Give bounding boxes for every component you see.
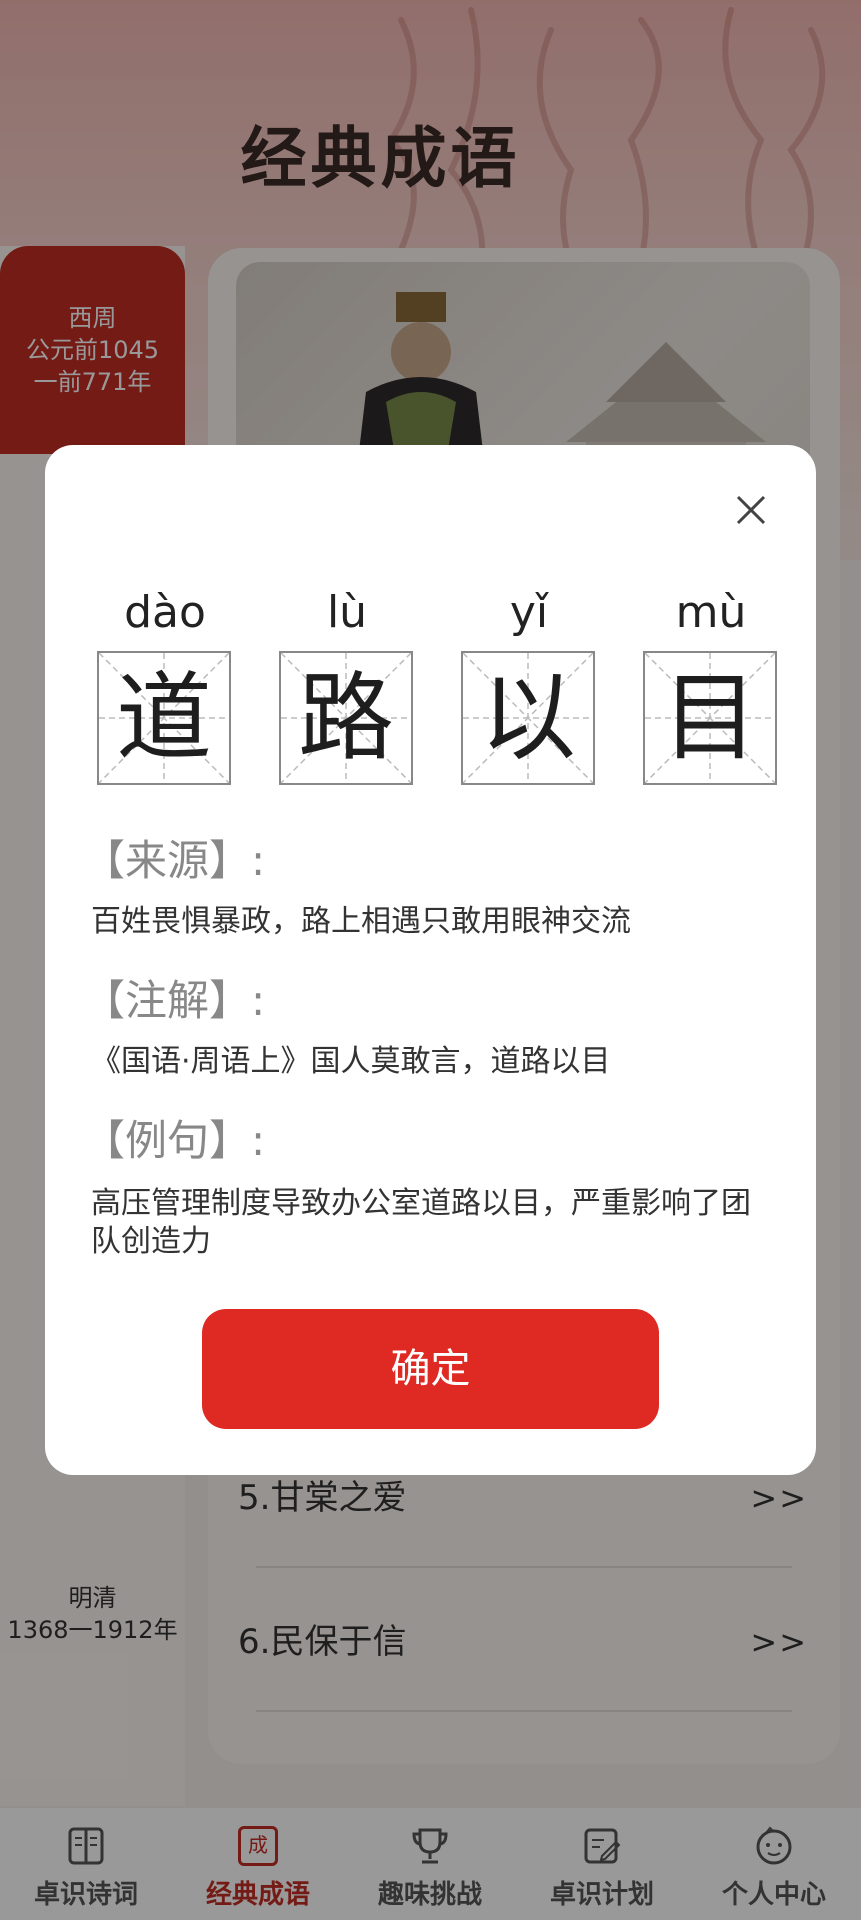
close-icon[interactable] <box>726 485 776 535</box>
character-cell: dào 道 <box>97 585 233 785</box>
hanzi-character: 以 <box>480 662 576 774</box>
tianzige-grid: 目 <box>643 651 777 785</box>
pinyin-label: mù <box>675 587 747 638</box>
pinyin-label: dào <box>124 587 206 638</box>
character-cell: yǐ 以 <box>461 585 597 785</box>
pinyin-label: yǐ <box>509 587 549 638</box>
hanzi-character: 道 <box>116 662 212 774</box>
idiom-detail-dialog: dào 道 lù 路 yǐ 以 mù 目 【来源】: 百姓畏惧暴政，路上相遇只敢… <box>45 445 816 1475</box>
hanzi-character: 路 <box>298 662 394 774</box>
tianzige-grid: 路 <box>279 651 413 785</box>
source-heading: 【来源】: <box>83 836 266 885</box>
tianzige-grid: 道 <box>97 651 231 785</box>
example-text: 高压管理制度导致办公室道路以目，严重影响了团队创造力 <box>91 1186 751 1259</box>
tianzige-grid: 以 <box>461 651 595 785</box>
character-cell: mù 目 <box>643 585 779 785</box>
source-text: 百姓畏惧暴政，路上相遇只敢用眼神交流 <box>91 904 631 939</box>
hanzi-character: 目 <box>662 662 758 774</box>
annotation-text: 《国语·周语上》国人莫敢言，道路以目 <box>91 1044 611 1079</box>
confirm-button[interactable]: 确定 <box>202 1309 659 1429</box>
annotation-heading: 【注解】: <box>83 976 266 1025</box>
pinyin-label: lù <box>326 587 368 638</box>
character-cell: lù 路 <box>279 585 415 785</box>
example-heading: 【例句】: <box>83 1116 266 1165</box>
